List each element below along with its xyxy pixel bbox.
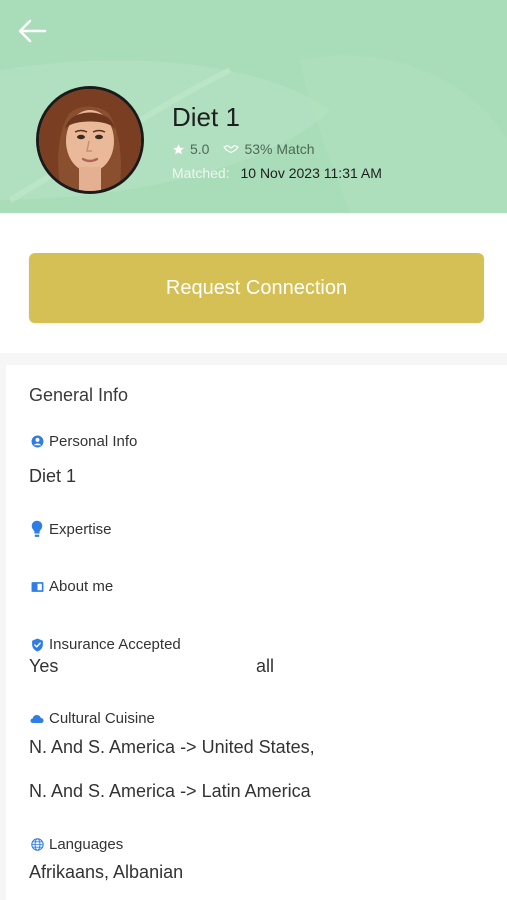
shield-check-icon: [29, 638, 45, 652]
insurance-extra: all: [256, 656, 275, 676]
cultural-cuisine-value-1: N. And S. America -> United States,: [29, 737, 315, 757]
cultural-cuisine-label: Cultural Cuisine: [29, 710, 155, 727]
matched-date: 10 Nov 2023 11:31 AM: [240, 165, 382, 181]
profile-name: Diet 1: [172, 102, 240, 132]
languages-label: Languages: [29, 836, 123, 853]
insurance-label: Insurance Accepted: [29, 636, 181, 653]
book-icon: [29, 581, 45, 593]
personal-info-label: Personal Info: [29, 433, 137, 450]
rating-value: 5.0: [190, 141, 210, 157]
handshake-icon: [223, 143, 240, 155]
cloud-icon: [29, 714, 45, 724]
star-icon: [172, 143, 185, 156]
globe-icon: [29, 838, 45, 851]
section-title-general-info: General Info: [29, 385, 129, 405]
personal-info-value: Diet 1: [29, 466, 77, 486]
cultural-cuisine-value-2: N. And S. America -> Latin America: [29, 781, 311, 801]
matched-row: Matched: 10 Nov 2023 11:31 AM: [172, 165, 382, 181]
avatar: [36, 86, 144, 194]
match-percentage: 53% Match: [244, 141, 315, 157]
person-icon: [29, 435, 45, 448]
insurance-value: Yes: [29, 656, 59, 676]
rating-match-row: 5.0 53% Match: [172, 141, 315, 157]
languages-value: Afrikaans, Albanian: [29, 862, 184, 882]
about-me-label: About me: [29, 578, 113, 595]
profile-header: Diet 1 5.0 53% Match Matched: 10 Nov 202…: [0, 0, 507, 213]
back-arrow-icon[interactable]: [16, 17, 48, 45]
lightbulb-icon: [29, 520, 45, 538]
matched-label: Matched:: [172, 165, 230, 181]
expertise-label: Expertise: [29, 520, 112, 538]
request-connection-button[interactable]: Request Connection: [29, 253, 484, 323]
